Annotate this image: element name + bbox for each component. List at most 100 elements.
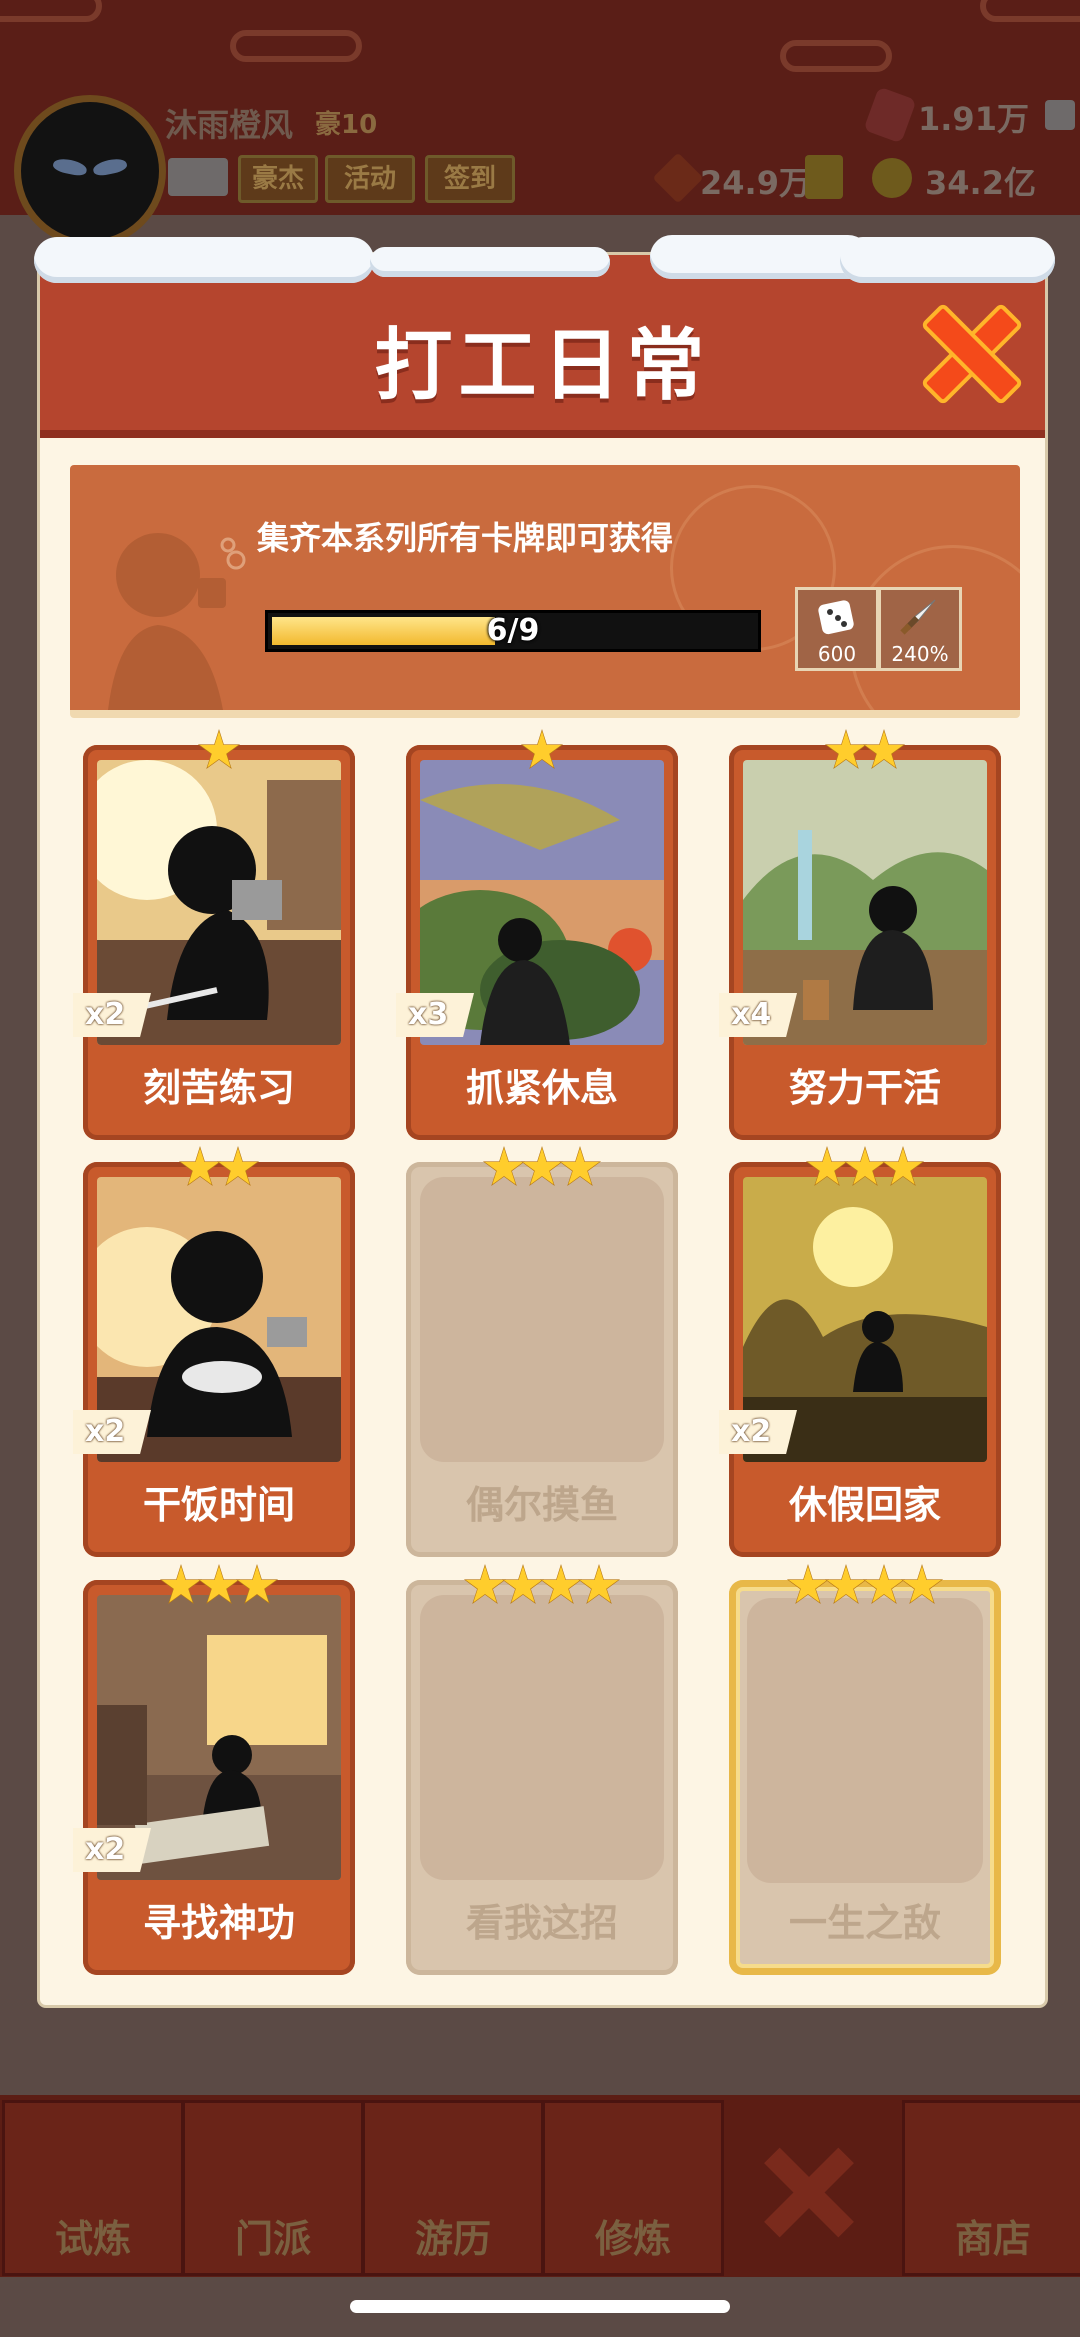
dagger-icon [900,599,936,635]
star-icon [900,1564,944,1605]
star-icon [159,1564,203,1605]
card-count-badge: x3 [396,993,474,1037]
star-rating [729,729,1001,771]
card-hard-practice[interactable]: x2 刻苦练习 [73,729,355,1140]
reward-attack[interactable]: 240% [878,587,962,671]
nav-trial[interactable]: 试炼 [2,2100,184,2276]
dialog-header: 打工日常 [34,235,1055,438]
card-quick-rest[interactable]: x3 抓紧休息 [396,729,678,1140]
nav-label: 门派 [234,2217,311,2261]
reward-value: 240% [891,642,949,666]
nav-label: 游历 [414,2217,491,2261]
coin-icon [872,158,912,198]
gem-count: 1.91万 [918,100,1029,138]
star-icon [197,729,241,770]
star-rating [406,1564,678,1606]
star-rating [83,1146,355,1188]
star-icon [824,1564,868,1605]
nav-close-icon[interactable] [764,2145,854,2238]
close-button[interactable] [920,302,1024,406]
star-icon [862,729,906,770]
username: 沐雨橙风 [165,106,294,144]
reward-value: 600 [817,642,857,666]
avatar-eye [91,156,129,178]
banner-text: 集齐本系列所有卡牌即可获得 [256,519,673,557]
card-placeholder [420,1595,664,1880]
star-rating [729,1146,1001,1188]
card-hard-work[interactable]: x4 努力干活 [719,729,1001,1140]
card-vacation-home[interactable]: x2 休假回家 [719,1146,1001,1557]
star-icon [501,1564,545,1605]
card-placeholder [420,1177,664,1462]
star-icon [558,1146,602,1187]
card-meal-time[interactable]: x2 干饭时间 [73,1146,355,1557]
card-lifelong-rival-locked[interactable]: 一生之敌 [729,1564,1001,1975]
star-icon [463,1564,507,1605]
star-icon [235,1564,279,1605]
star-icon [577,1564,621,1605]
star-icon [805,1146,849,1187]
token-count: 24.9万 [700,164,811,202]
card-name: 看我这招 [465,1901,618,1945]
cloud-ornament [780,40,892,72]
card-count-badge: x2 [73,1410,151,1454]
star-rating [406,1146,678,1188]
mail-icon[interactable] [168,158,228,196]
star-icon [520,1146,564,1187]
dialog-title: 打工日常 [374,321,711,411]
avatar[interactable] [14,95,166,247]
card-name: 偶尔摸鱼 [465,1483,618,1527]
card-name: 干饭时间 [142,1483,295,1527]
star-icon [482,1146,526,1187]
heroes-button[interactable]: 豪杰 [238,155,318,203]
star-icon [216,1146,260,1187]
add-gems-icon[interactable] [1045,100,1075,130]
star-rating [406,729,678,771]
card-name: 努力干活 [788,1066,941,1110]
star-icon [786,1564,830,1605]
card-count-badge: x2 [73,993,151,1037]
gold-count: 34.2亿 [925,164,1036,202]
card-seek-technique[interactable]: x2 寻找神功 [73,1564,355,1975]
star-rating [83,729,355,771]
card-slacking-locked[interactable]: 偶尔摸鱼 [406,1146,678,1557]
progress-label: 6/9 [486,613,540,648]
star-icon [520,729,564,770]
collection-progress-bar: 6/9 [265,610,761,652]
star-rating [729,1564,1001,1606]
star-icon [178,1146,222,1187]
card-name: 一生之敌 [788,1901,941,1945]
card-name: 抓紧休息 [465,1066,618,1110]
star-icon [197,1564,241,1605]
home-indicator[interactable] [350,2300,730,2313]
nav-label: 试炼 [54,2217,131,2261]
star-icon [881,1146,925,1187]
card-name: 寻找神功 [142,1901,295,1945]
snow-decoration [650,235,870,279]
events-button[interactable]: 活动 [325,155,415,203]
nav-label: 修炼 [594,2217,671,2261]
star-rating [83,1564,355,1606]
snow-decoration [840,237,1055,283]
star-icon [862,1564,906,1605]
nav-travel[interactable]: 游历 [362,2100,544,2276]
card-name: 刻苦练习 [142,1066,295,1110]
nav-sect[interactable]: 门派 [182,2100,364,2276]
star-icon [539,1564,583,1605]
snow-decoration [370,247,610,277]
nav-shop[interactable]: 商店 [902,2100,1080,2276]
reward-dice[interactable]: 600 [795,587,879,671]
nav-cultivate[interactable]: 修炼 [542,2100,724,2276]
card-count-badge: x4 [719,993,797,1037]
dice-icon [818,600,854,635]
checkin-button[interactable]: 签到 [425,155,515,203]
star-icon [824,729,868,770]
cloud-ornament [980,0,1080,22]
nav-label: 商店 [954,2217,1031,2261]
alert-icon[interactable] [805,155,843,199]
avatar-eye [51,156,89,178]
card-count-badge: x2 [73,1828,151,1872]
card-collection-dialog: 打工日常 集齐本系列所有卡牌即可获得 6/9 600 240% x2 刻苦练习 … [34,235,1055,2005]
card-watch-this-move-locked[interactable]: 看我这招 [406,1564,678,1975]
star-icon [843,1146,887,1187]
